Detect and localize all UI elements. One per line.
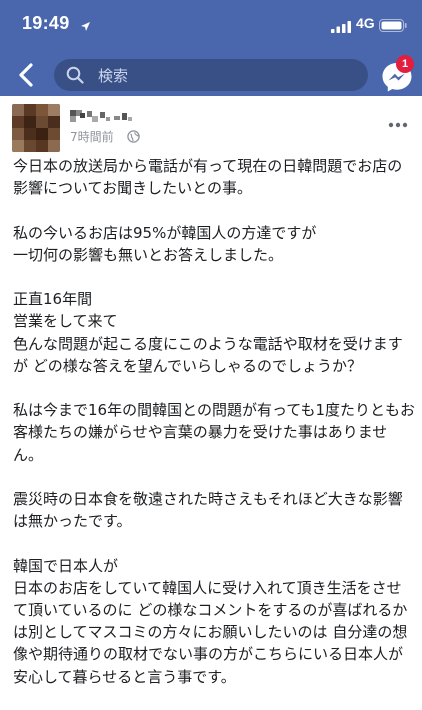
- post-paragraph: 韓国で日本人が 日本のお店をしていて韓国人に受け入れて頂き生活をさせ て頂いてい…: [13, 556, 408, 686]
- search-placeholder: 検索: [98, 67, 129, 85]
- globe-icon: [127, 128, 140, 147]
- post-body: 今日本の放送局から電話が有って現在の日韓問題でお店の 影響についてお聞きしたいと…: [13, 155, 415, 710]
- top-navigation-bar: 19:49 4G 検索 1: [0, 0, 422, 96]
- back-arrow-icon: [19, 63, 33, 87]
- post-paragraph: 今日本の放送局から電話が有って現在の日韓問題でお店の 影響についてお聞きしたいと…: [13, 157, 403, 198]
- author-avatar[interactable]: [12, 104, 60, 152]
- location-arrow-icon: [80, 17, 91, 36]
- post-paragraph: 正直16年間 営業をして来て 色んな問題が起こる度にこのような電話や取材を受けま…: [13, 290, 403, 375]
- status-bar: 19:49 4G: [0, 0, 422, 44]
- author-name-pixelated[interactable]: [70, 107, 140, 127]
- post-timestamp[interactable]: 7時間前: [70, 128, 114, 145]
- back-button[interactable]: [14, 62, 40, 88]
- post-paragraph: 私の今いるお店は95%が韓国人の方達ですが 一切何の影響も無いとお答えしました。: [13, 223, 317, 264]
- more-dots-icon: [388, 122, 408, 128]
- more-options-button[interactable]: [388, 113, 408, 132]
- battery-icon: [379, 17, 407, 36]
- post-paragraph: 震災時の日本食を敬遠された時さえもそれほど大きな影響 は無かったです。: [13, 489, 403, 531]
- post-paragraph: 私は今まで16年の間韓国との問題が有っても1度たりともお 客様たちの嫌がらせや言…: [13, 401, 415, 464]
- search-icon: [66, 66, 84, 88]
- status-time: 19:49: [22, 13, 70, 33]
- notification-badge: 1: [396, 55, 414, 73]
- cellular-signal-icon: [331, 18, 351, 37]
- network-type: 4G: [356, 15, 375, 31]
- search-input[interactable]: 検索: [54, 59, 368, 91]
